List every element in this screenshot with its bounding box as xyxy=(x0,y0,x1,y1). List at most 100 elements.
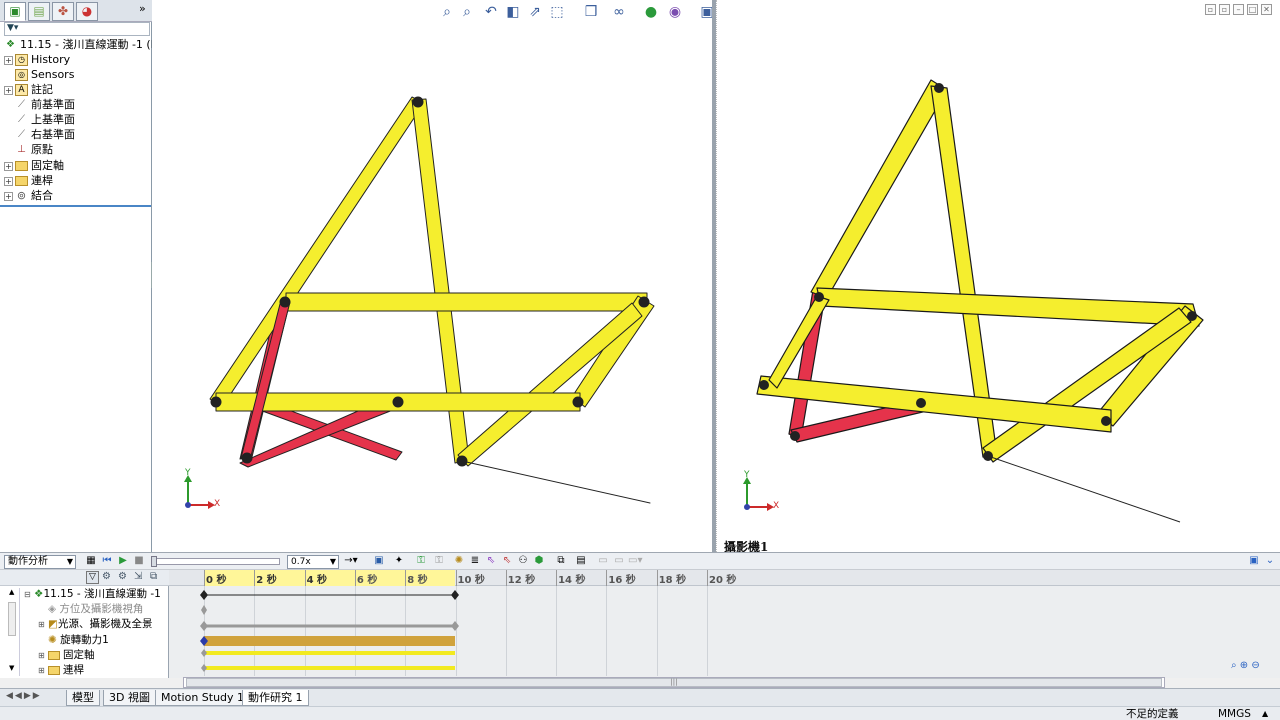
viewport-restore-icon[interactable]: ▫ xyxy=(1205,4,1216,15)
mm-collapse-icon[interactable]: ⌄ xyxy=(1263,554,1277,568)
study-type-select[interactable]: 動作分析 ▼ xyxy=(4,555,76,569)
tree-item-mates[interactable]: + ⊚ 結合 xyxy=(4,188,53,203)
apply-scene-icon[interactable]: ◉ xyxy=(666,3,684,21)
results-icon[interactable]: ⧉ xyxy=(554,554,568,568)
units-arrow-icon[interactable]: ▲ xyxy=(1262,707,1268,720)
tree-root[interactable]: ❖ 11.15 - 淺川直線運動 -1 (De xyxy=(4,37,166,52)
tab-scroll-arrows-icon[interactable]: ◀◀▶▶ xyxy=(6,691,42,701)
tree-item-right-plane[interactable]: ⟋ 右基準面 xyxy=(4,127,75,142)
axis-x-label: X xyxy=(214,499,221,509)
folder-icon xyxy=(15,176,28,186)
expand-icon[interactable]: + xyxy=(4,176,13,186)
force-icon[interactable]: ⇖ xyxy=(500,554,514,568)
tree-item-annotations[interactable]: + A 註記 xyxy=(4,82,53,97)
tab-motion-study-1-zh[interactable]: 動作研究 1 xyxy=(242,690,309,706)
play-icon[interactable]: ▶ xyxy=(116,554,130,568)
expand-icon[interactable]: + xyxy=(4,161,13,171)
tree-item-front-plane[interactable]: ⟋ 前基準面 xyxy=(4,97,75,112)
expand-icon[interactable]: + xyxy=(4,85,13,95)
gravity-icon[interactable]: ⬢ xyxy=(532,554,546,568)
viewport-minimize-icon[interactable]: – xyxy=(1233,4,1244,15)
hide-show-items-icon[interactable]: ∞ xyxy=(610,3,628,21)
motion-tree-lights[interactable]: ⊞ ◩光源、攝影機及全景 xyxy=(38,617,152,632)
expand-icon[interactable]: + xyxy=(4,191,13,201)
edit-appearance-icon[interactable]: ● xyxy=(642,3,660,21)
zoom-to-area-icon[interactable]: ⌕ xyxy=(458,3,476,21)
play-from-start-icon[interactable]: ⏮ xyxy=(100,554,114,568)
playback-slider[interactable] xyxy=(151,556,280,567)
animation-wizard-icon[interactable]: ✦ xyxy=(392,554,406,568)
contact-icon[interactable]: ⚇ xyxy=(516,554,530,568)
damper-icon[interactable]: ⇖ xyxy=(484,554,498,568)
display-style-icon[interactable]: ❒ xyxy=(582,3,600,21)
tree-item-top-plane[interactable]: ⟋ 上基準面 xyxy=(4,112,75,127)
stop-icon[interactable]: ■ xyxy=(132,554,146,568)
tab-model[interactable]: 模型 xyxy=(66,690,100,706)
scroll-down-icon[interactable]: ▼ xyxy=(9,664,14,672)
dropdown-arrow-icon: ▼ xyxy=(329,557,336,566)
scroll-up-icon[interactable]: ▲ xyxy=(9,588,14,596)
viewport-tile-icon[interactable]: ▫ xyxy=(1219,4,1230,15)
timeline-tick-mark xyxy=(505,570,507,586)
motor-icon[interactable]: ✺ xyxy=(452,554,466,568)
spring-icon[interactable]: ≣ xyxy=(468,554,482,568)
tree-filter-input[interactable]: ▼▾ xyxy=(4,22,150,36)
motion-tree-fixed-axis[interactable]: ⊞ 固定軸 xyxy=(38,648,95,663)
tree-item-fixed-axis[interactable]: + 固定軸 xyxy=(4,158,64,173)
filter-keys-icon[interactable]: ⧉ xyxy=(150,571,157,582)
filter-icon[interactable]: ▽ xyxy=(86,571,99,584)
motion-tree-orientation[interactable]: ◈ 方位及攝影機視角 xyxy=(48,602,143,617)
feature-tree-tab-icon[interactable]: ▣ xyxy=(4,2,26,21)
tab-3d-views[interactable]: 3D 視圖 xyxy=(103,690,156,706)
display-manager-tab-icon[interactable]: ◕ xyxy=(76,2,98,21)
add-key-icon[interactable]: ⚿ xyxy=(432,554,446,568)
playback-mode-icon[interactable]: →▾ xyxy=(344,554,358,568)
autokey-icon[interactable]: ⚿ xyxy=(414,554,428,568)
motion-tree-motor[interactable]: ✺ 旋轉動力1 xyxy=(48,633,109,648)
calculate-icon[interactable]: ▦ xyxy=(84,554,98,568)
dynamic-annotation-icon[interactable]: ⇗ xyxy=(526,3,544,21)
expand-panel-icon[interactable]: » xyxy=(139,2,146,15)
filter-driving-icon[interactable]: ▭▾ xyxy=(628,554,642,568)
tree-item-history[interactable]: + ◷ History xyxy=(4,52,70,67)
units-system[interactable]: MMGS xyxy=(1218,707,1251,720)
folder-icon xyxy=(48,650,61,660)
viewport-maximize-icon[interactable]: □ xyxy=(1247,4,1258,15)
filter-animated-icon[interactable]: ▭ xyxy=(612,554,626,568)
rollback-bar[interactable] xyxy=(0,205,151,207)
filter-results-icon[interactable]: ⇲ xyxy=(134,571,142,582)
slider-thumb[interactable] xyxy=(151,556,157,567)
view-orientation-icon[interactable]: ⬚ xyxy=(548,3,566,21)
motion-study-properties-icon[interactable]: ▤ xyxy=(574,554,588,568)
viewport-close-icon[interactable]: ✕ xyxy=(1261,4,1272,15)
timeline-scroll-thumb[interactable]: ||| xyxy=(186,678,1162,687)
graphics-viewport-left[interactable]: Y X ⌕ ⌕ ↶ ◧ ⇗ ⬚ ❒ ∞ ● ◉ ▣ xyxy=(152,0,714,552)
mm-panel-icon[interactable]: ▣ xyxy=(1247,554,1261,568)
tree-item-sensors[interactable]: ◎ Sensors xyxy=(4,67,74,82)
collapse-icon[interactable]: ▭ xyxy=(596,554,610,568)
zoom-to-fit-icon[interactable]: ⌕ xyxy=(1231,660,1237,671)
plane-icon: ⟋ xyxy=(18,114,25,125)
tab-motion-study-1[interactable]: Motion Study 1 xyxy=(155,690,251,706)
zoom-in-icon[interactable]: ⊕ xyxy=(1240,660,1248,671)
timeline-tick-label: 16 秒 xyxy=(608,575,636,586)
tree-item-origin[interactable]: ⊥ 原點 xyxy=(4,142,53,157)
configuration-tab-icon[interactable]: ✤ xyxy=(52,2,74,21)
save-animation-icon[interactable]: ▣ xyxy=(372,554,386,568)
zoom-to-fit-icon[interactable]: ⌕ xyxy=(438,3,456,21)
motion-tree-links[interactable]: ⊞ 連桿 xyxy=(38,663,84,678)
motion-tree-scrollbar[interactable]: ▲ ▼ xyxy=(6,588,20,676)
zoom-out-icon[interactable]: ⊖ xyxy=(1251,660,1259,671)
property-manager-tab-icon[interactable]: ▤ xyxy=(28,2,50,21)
filter-driving-icon[interactable]: ⚙ xyxy=(102,571,111,582)
previous-view-icon[interactable]: ↶ xyxy=(482,3,500,21)
filter-selected-icon[interactable]: ⚙ xyxy=(118,571,127,582)
motion-tree-root[interactable]: ⊟ ❖11.15 - 淺川直線運動 -1 xyxy=(24,587,161,602)
expand-icon[interactable]: + xyxy=(4,55,13,65)
section-view-icon[interactable]: ◧ xyxy=(504,3,522,21)
graphics-viewport-right[interactable]: ▫ ▫ – □ ✕ Y X xyxy=(716,0,1280,552)
timeline-tick-label: 12 秒 xyxy=(507,575,536,586)
playback-speed-select[interactable]: 0.7x ▼ xyxy=(287,555,339,569)
tree-item-links[interactable]: + 連桿 xyxy=(4,173,53,188)
scroll-thumb[interactable] xyxy=(8,602,16,636)
